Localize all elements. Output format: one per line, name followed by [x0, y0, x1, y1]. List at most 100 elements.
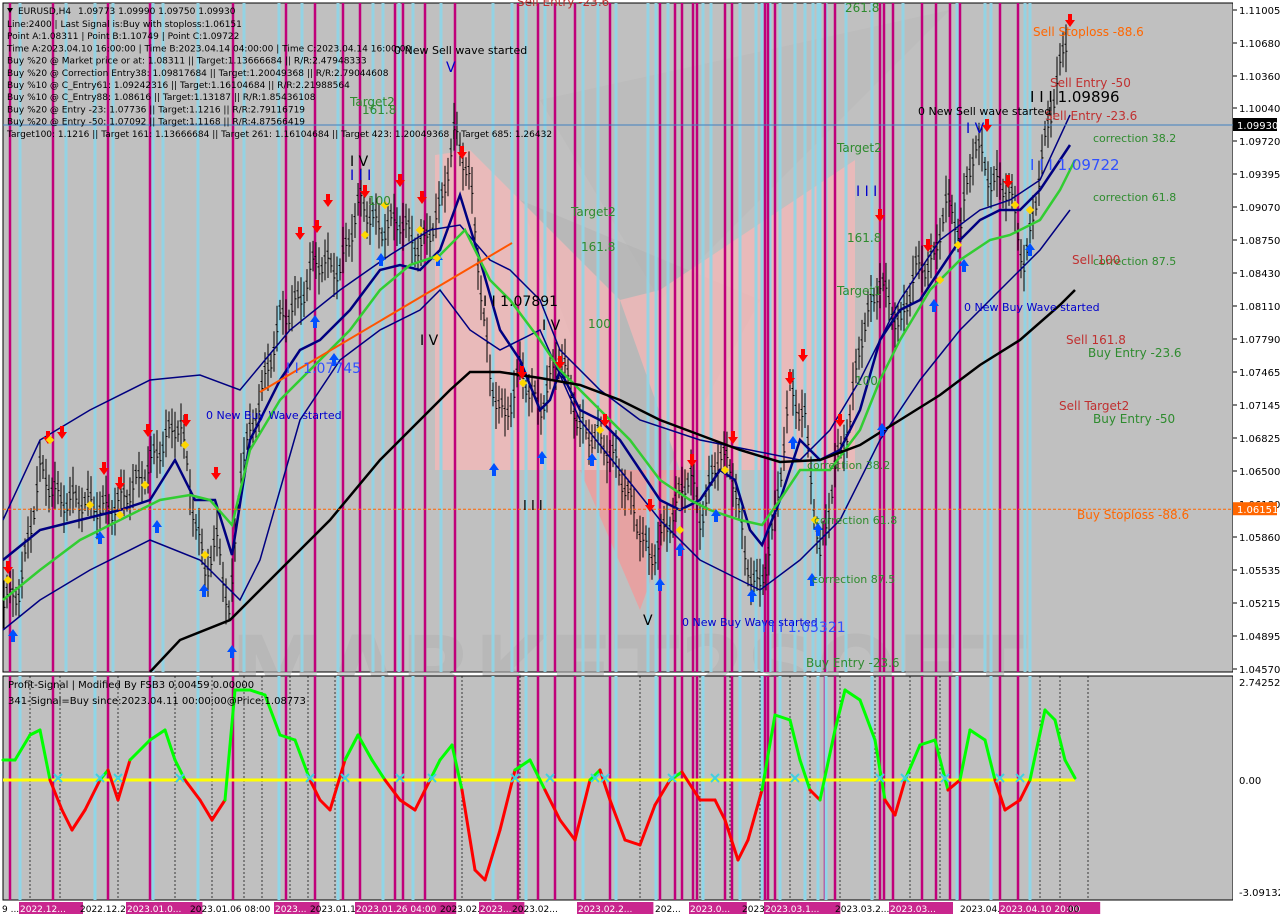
annotation-target2-c: Target2: [836, 141, 882, 155]
price-tick-label: 1.08750: [1239, 236, 1280, 247]
info-line: Target100: 1.1216 || Target 161: 1.13666…: [6, 130, 552, 140]
info-line: Buy %20 @ Entry -23: 1.07736 || Target:1…: [7, 105, 305, 115]
annotation-correction-618: correction 61.8: [1093, 191, 1176, 204]
price-tick-label: 1.08110: [1239, 302, 1280, 313]
chart-window: MARKET2SOFT Profit-Signal | Modified By …: [0, 0, 1280, 920]
time-tick-label: 2023.02...: [512, 905, 558, 915]
price-tick-label: 1.09395: [1239, 170, 1280, 181]
time-tick-label: 2023...: [480, 905, 512, 915]
annotation-t1618-b: 161.8: [581, 240, 615, 254]
annotation-wave-v-1: V: [446, 60, 456, 76]
annotation-wave-iii-b: I I I: [523, 499, 543, 514]
osc-title: Profit-Signal | Modified By FSB3 0.00459…: [8, 680, 254, 691]
time-tick-label: 2023.0...: [690, 905, 730, 915]
annotation-buy-entry-mid: Buy Entry -23.6: [806, 656, 900, 670]
info-line: Time A:2023.04.10 16:00:00 | Time B:2023…: [6, 44, 411, 54]
annotation-wave-iii: I I I: [350, 168, 371, 184]
annotation-correction-382: correction 38.2: [1093, 132, 1176, 145]
time-tick-label: 2023...: [275, 905, 307, 915]
annotation-wave-sell-2: 0 New Sell wave started: [918, 105, 1051, 118]
current-price-label: 1.09930: [1237, 121, 1278, 132]
info-line: Point A:1.08311 | Point B:1.10749 | Poin…: [7, 32, 239, 42]
price-tick-label: 1.04570: [1239, 665, 1280, 676]
price-tick-label: 1.07465: [1239, 368, 1280, 379]
price-tick-label: 1.05215: [1239, 599, 1280, 610]
oscillator-panel: [2, 675, 1234, 901]
annotation-wave-buy-1: 0 New Buy Wave started: [206, 409, 342, 422]
info-line: Buy %20 @ Market price or at: 1.08311 ||…: [7, 57, 367, 67]
osc-subtitle: 341-Signal=Buy since:2023.04.11 00:00:00…: [8, 696, 306, 707]
annotation-buy-entry-236: Buy Entry -23.6: [1088, 346, 1182, 360]
time-tick-label: 2023.04...: [960, 905, 1006, 915]
osc-tick-label: 2.74252: [1239, 678, 1280, 689]
annotation-corr-618-mid: correction 61.8: [814, 514, 897, 527]
annotation-lvl-109896: I I I 1.09896: [1030, 88, 1120, 106]
info-line: Buy %10 @ C_Entry61: 1.09242316 || Targe…: [7, 81, 350, 91]
time-tick-label: 202...: [655, 905, 681, 915]
price-tick-label: 1.05860: [1239, 533, 1280, 544]
time-tick-label: 2023.03...: [890, 905, 936, 915]
info-line: Line:2400 | Last Signal is:Buy with stop…: [7, 20, 242, 30]
price-tick-label: 1.07145: [1239, 401, 1280, 412]
time-tick-label: 2022.12...: [20, 905, 66, 915]
annotation-corr-875-mid: correction 87.5: [812, 573, 895, 586]
annotation-t100-a: 100: [368, 194, 391, 208]
time-tick-label: 9 ...: [2, 905, 19, 915]
price-tick-label: 1.09720: [1239, 137, 1280, 148]
price-tick-label: 1.06825: [1239, 434, 1280, 445]
price-tick-label: 1.10360: [1239, 72, 1280, 83]
annotation-wave-v-2: V: [643, 613, 653, 629]
time-tick-label: 2023.02.2...: [578, 905, 632, 915]
price-tick-label: 1.05535: [1239, 566, 1280, 577]
info-line: Buy %10 @ C_Entry88: 1.08616 || Target:1…: [7, 93, 316, 103]
annotation-sell-entry-top: Sell Entry -23.6: [517, 0, 609, 9]
annotation-t1618-a: 161.8: [362, 103, 396, 117]
time-tick-label: 00: [1068, 905, 1080, 915]
price-axis: 1.11005 1.10680 1.10360 1.10040 1.09720 1.093…: [1233, 0, 1280, 920]
annotation-buy-entry-50: Buy Entry -50: [1093, 412, 1175, 426]
price-tick-label: 1.10680: [1239, 39, 1280, 50]
symbol-label: EURUSD,H4: [18, 7, 71, 17]
price-tick-label: 1.06500: [1239, 467, 1280, 478]
annotation-wave-sell-1: 0 New Sell wave started: [394, 44, 527, 57]
time-tick-label: 2023.01.19: [310, 905, 362, 915]
info-line: Buy %20 @ Correction Entry38: 1.09817684…: [7, 69, 389, 79]
time-tick-label: 2023.03.1...: [765, 905, 819, 915]
annotation-lvl-109722: I I I 1.09722: [1030, 156, 1120, 174]
osc-tick-label: -3.09132: [1239, 888, 1280, 899]
annotation-sell-100: Sell 100: [1072, 253, 1120, 267]
annotation-lvl-107891: I I 1.07891: [483, 294, 558, 310]
annotation-sell-target2: Sell Target2: [1059, 399, 1129, 413]
annotation-wave-iii-c: I I I: [856, 184, 877, 200]
time-tick-label: 2023.03.2...: [835, 905, 889, 915]
price-tick-label: 1.10040: [1239, 104, 1280, 115]
annotation-sell-entry-236: Sell Entry -23.6: [1045, 109, 1137, 123]
annotation-corr-382-mid: correction 38.2: [807, 459, 890, 472]
annotation-sell-stoploss: Sell Stoploss -88.6: [1033, 25, 1144, 39]
time-tick-label: 2023.01.0...: [127, 905, 181, 915]
osc-tick-label: 0.00: [1239, 776, 1261, 787]
price-tick-label: 1.08430: [1239, 269, 1280, 280]
annotation-wave-buy-3: 0 New Buy Wave started: [964, 301, 1100, 314]
annotation-target2-b: Target2: [570, 205, 616, 219]
time-tick-label: 2023.01.26 04:00: [356, 905, 437, 915]
annotation-t1618-c: 161.8: [847, 231, 881, 245]
price-tick-label: 1.07790: [1239, 335, 1280, 346]
ohlc-label: 1.09773 1.09990 1.09750 1.09930: [78, 7, 236, 17]
annotation-wave-iv-2: I V: [420, 333, 439, 349]
annotation-lvl-107745: I I 1.07745: [286, 361, 361, 377]
info-line: Buy %20 @ Entry -50: 1.07092 || Target:1…: [7, 118, 305, 128]
annotation-t100-c: 100: [855, 374, 878, 388]
annotation-target1: Target1: [836, 284, 882, 298]
annotation-wave-iv-c: I V: [966, 121, 985, 137]
price-tick-label: 1.04895: [1239, 632, 1280, 643]
annotation-t2618: 261.8: [845, 1, 879, 15]
oscillator-area[interactable]: Profit-Signal | Modified By FSB3 0.00459…: [1, 675, 1234, 901]
price-tick-label: 1.11005: [1239, 6, 1280, 17]
annotation-t100-b: 100: [588, 317, 611, 331]
chart-canvas[interactable]: MARKET2SOFT Profit-Signal | Modified By …: [0, 0, 1280, 920]
annotation-wave-iv-b: I V: [542, 318, 561, 334]
annotation-lvl-105321: I I I 1.05321: [762, 620, 846, 636]
annotation-sell-1618: Sell 161.8: [1066, 333, 1126, 347]
price-tick-label: 1.09070: [1239, 203, 1280, 214]
